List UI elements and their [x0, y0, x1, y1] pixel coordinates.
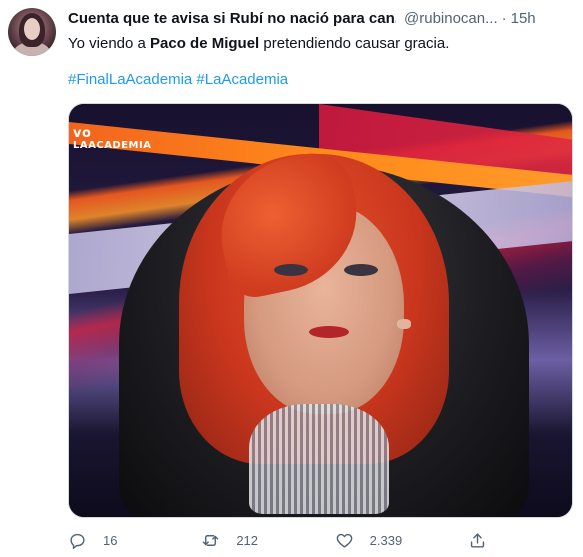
reply-icon: [70, 533, 85, 549]
broadcast-logo-line2: LAACADEMIA: [73, 140, 152, 151]
right-eye: [344, 264, 378, 276]
heart-icon: [336, 533, 352, 548]
reply-button[interactable]: 16: [68, 528, 178, 552]
share-icon: [470, 532, 485, 548]
tweet-header: Cuenta que te avisa si Rubí no nació par…: [68, 8, 576, 30]
user-handle[interactable]: @rubinocan...: [404, 9, 498, 29]
tweet-text: Yo viendo a Paco de Miguel pretendiendo …: [68, 34, 576, 54]
tweet-text-bold: Paco de Miguel: [150, 35, 260, 52]
headset-mic: [397, 319, 411, 329]
timestamp[interactable]: 15h: [511, 9, 536, 29]
like-button[interactable]: 2.339: [335, 528, 445, 552]
avatar[interactable]: [8, 8, 56, 56]
retweet-count: 212: [236, 532, 259, 548]
share-button[interactable]: [468, 528, 508, 552]
left-eye: [274, 264, 308, 276]
crystal-necklace: [249, 404, 389, 514]
like-count: 2.339: [369, 532, 403, 548]
hashtags: #FinalLaAcademia #LaAcademia: [68, 70, 288, 90]
red-lips: [309, 326, 349, 338]
retweet-icon: [202, 534, 219, 546]
tweet[interactable]: Cuenta que te avisa si Rubí no nació par…: [0, 0, 583, 557]
tweet-actions: 16 212 2.339: [68, 528, 508, 552]
broadcast-logo-line1: vo: [73, 126, 92, 141]
tweet-text-end: pretendiendo causar gracia.: [259, 35, 450, 52]
tweet-text-start: Yo viendo a: [68, 35, 151, 52]
tweet-media-image[interactable]: vo LAACADEMIA: [68, 103, 573, 518]
display-name[interactable]: Cuenta que te avisa si Rubí no nació par…: [68, 9, 396, 29]
broadcast-logo: vo LAACADEMIA: [73, 126, 152, 152]
hashtag-link[interactable]: #LaAcademia: [196, 71, 288, 88]
reply-count: 16: [103, 532, 118, 548]
separator-dot: ·: [501, 10, 507, 27]
hashtag-link[interactable]: #FinalLaAcademia: [68, 71, 192, 88]
retweet-button[interactable]: 212: [201, 528, 311, 552]
